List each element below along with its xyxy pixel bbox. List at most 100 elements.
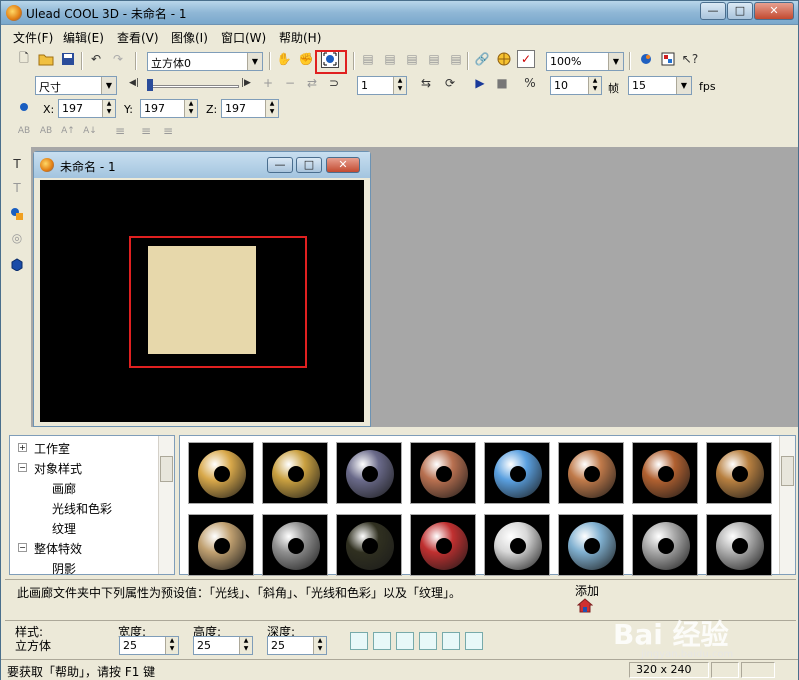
menu-file[interactable]: 文件(F) [13,29,53,46]
menu-image[interactable]: 图像(I) [171,29,208,46]
menu-view[interactable]: 查看(V) [117,29,159,46]
add-keyframe-icon[interactable]: + [259,74,277,92]
gallery-thumbnail[interactable] [336,442,402,504]
gallery-thumbnail[interactable] [632,442,698,504]
height-field[interactable]: 25 ▲ ▼ [193,636,253,655]
expand-icon[interactable]: + [18,443,27,452]
position-icon[interactable] [15,98,33,116]
gallery-thumbnail[interactable] [188,442,254,504]
undo-icon[interactable]: ↶ [87,50,105,68]
view-left-icon[interactable]: ▤ [403,50,421,68]
text-wide-icon[interactable]: AB [15,122,33,140]
timeline-handle[interactable] [147,79,153,91]
tree-item-object-style[interactable]: 对象样式 [34,460,82,477]
gallery-thumbnail[interactable] [558,442,624,504]
context-help-icon[interactable]: ↖? [681,50,699,68]
minimize-button[interactable]: — [700,2,726,20]
repeat-icon[interactable]: ⟳ [441,74,459,92]
edit-text-icon[interactable]: T [8,179,26,197]
view-front-icon[interactable]: ▤ [359,50,377,68]
palette-icon[interactable] [659,50,677,68]
stop-icon[interactable]: ■ [493,74,511,92]
keyframe-last-icon[interactable]: |▶ [237,74,255,92]
render-canvas[interactable] [40,180,364,422]
width-field[interactable]: 25 ▲ ▼ [119,636,179,655]
pan-hand-icon[interactable]: ✋ [275,50,293,68]
gallery-thumbnail[interactable] [262,442,328,504]
gallery-thumbnail[interactable] [262,514,328,576]
render-icon[interactable] [637,50,655,68]
timeline-slider[interactable] [147,85,239,88]
insert-text-icon[interactable]: T [8,155,26,173]
link-icon[interactable]: 🔗 [473,50,491,68]
cube-style-1-icon[interactable] [350,632,368,650]
reverse-keyframe-icon[interactable]: ⇄ [303,74,321,92]
doc-minimize-button[interactable]: — [267,157,293,173]
rotate-hand-icon[interactable]: ✊ [297,50,315,68]
add-to-gallery-icon[interactable] [576,598,594,614]
doc-maximize-button[interactable]: □ [296,157,322,173]
view-top-icon[interactable]: ▤ [447,50,465,68]
zoom-select[interactable]: 100% ▼ [546,52,624,71]
fps-select[interactable]: 15 ▼ [628,76,692,95]
align-left-icon[interactable]: ≡ [111,122,129,140]
gallery-thumbnail[interactable] [410,442,476,504]
z-field[interactable]: 197 ▲ ▼ [221,99,279,118]
text-up-icon[interactable]: A↑ [59,122,77,140]
globe-icon[interactable] [495,50,513,68]
text-down-icon[interactable]: A↓ [81,122,99,140]
cube-style-3-icon[interactable] [396,632,414,650]
menu-window[interactable]: 窗口(W) [221,29,266,46]
rate-stepper[interactable]: 10 ▲ ▼ [550,76,602,95]
collapse-icon[interactable]: − [18,463,27,472]
attribute-select[interactable]: 尺寸 ▼ [35,76,117,95]
save-icon[interactable] [59,50,77,68]
cube-style-2-icon[interactable] [373,632,391,650]
loop-icon[interactable]: ⊃ [325,74,343,92]
tree-item-global-fx[interactable]: 整体特效 [34,540,82,557]
collapse-icon[interactable]: − [18,543,27,552]
gallery-scrollbar[interactable] [779,436,795,574]
text-narrow-icon[interactable]: AB [37,122,55,140]
align-right-icon[interactable]: ≡ [159,122,177,140]
gallery-thumbnail[interactable] [484,442,550,504]
insert-graphic-icon[interactable] [8,205,26,223]
gallery-thumbnail[interactable] [706,442,772,504]
new-file-icon[interactable]: 🗋 [15,50,33,68]
depth-field[interactable]: 25 ▲ ▼ [267,636,327,655]
menu-help[interactable]: 帮助(H) [279,29,321,46]
ping-pong-icon[interactable]: ⇆ [417,74,435,92]
cube-style-6-icon[interactable] [465,632,483,650]
edit-graphic-icon[interactable]: ◎ [8,229,26,247]
gallery-thumbnail[interactable] [188,514,254,576]
percent-icon[interactable]: % [521,74,539,92]
tree-item-light-color[interactable]: 光线和色彩 [52,500,112,517]
keyframe-first-icon[interactable]: ◀| [125,74,143,92]
close-button[interactable]: ✕ [754,2,794,20]
doc-close-button[interactable]: ✕ [326,157,360,173]
gallery-thumbnail[interactable] [632,514,698,576]
view-right-icon[interactable]: ▤ [425,50,443,68]
menu-edit[interactable]: 编辑(E) [63,29,104,46]
y-field[interactable]: 197 ▲ ▼ [140,99,198,118]
tree-item-texture[interactable]: 纹理 [52,520,76,537]
gallery-thumbnail[interactable] [558,514,624,576]
remove-keyframe-icon[interactable]: − [281,74,299,92]
cube-style-5-icon[interactable] [442,632,460,650]
open-folder-icon[interactable] [37,50,55,68]
insert-geometric-icon[interactable] [8,255,26,273]
gallery-thumbnail[interactable] [706,514,772,576]
frame-number-stepper[interactable]: 1 ▲ ▼ [357,76,407,95]
object-select[interactable]: 立方体0 ▼ [147,52,263,71]
tree-item-studio[interactable]: 工作室 [34,440,70,457]
tree-item-shadow[interactable]: 阴影 [52,560,76,577]
gallery-thumbnail[interactable] [410,514,476,576]
gallery-thumbnail[interactable] [484,514,550,576]
checkbox-tool-icon[interactable]: ✓ [517,50,535,68]
x-field[interactable]: 197 ▲ ▼ [58,99,116,118]
cube-style-4-icon[interactable] [419,632,437,650]
view-back-icon[interactable]: ▤ [381,50,399,68]
play-icon[interactable]: ▶ [471,74,489,92]
tree-scrollbar[interactable] [158,436,174,574]
gallery-thumbnail[interactable] [336,514,402,576]
